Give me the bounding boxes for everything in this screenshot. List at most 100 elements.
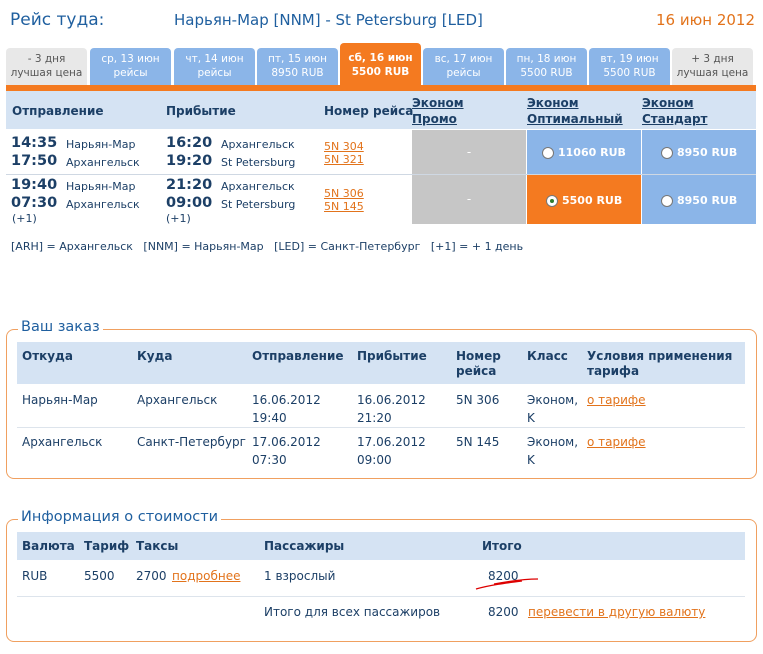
col-passengers: Пассажиры	[264, 539, 345, 553]
tab-line2: 8950 RUB	[271, 67, 324, 79]
fare-terms-link[interactable]: о тарифе	[587, 433, 646, 451]
tab-date[interactable]: ср, 13 июн рейсы	[90, 48, 171, 85]
fare-code: K	[527, 453, 535, 467]
radio-button[interactable]	[661, 194, 673, 207]
radio-button-checked[interactable]	[546, 194, 558, 207]
col-economy-standard[interactable]: Эконом Стандарт	[642, 95, 707, 127]
tab-line2: рейсы	[446, 67, 481, 79]
date: 16.06.2012	[252, 393, 321, 407]
col-arrival: Прибытие	[357, 349, 427, 363]
cell-to: Санкт-Петербург	[137, 435, 246, 449]
cell-arrival: 17.06.2012 09:00	[357, 433, 426, 469]
arr-city: Архангельск	[221, 180, 295, 193]
tab-line2: рейсы	[197, 67, 232, 79]
col-label-1: Эконом	[527, 96, 579, 110]
cell-from: Архангельск	[22, 435, 103, 449]
col-label-1: Эконом	[642, 96, 694, 110]
tab-date[interactable]: чт, 14 июн рейсы	[174, 48, 255, 85]
tab-date[interactable]: вт, 19 июн 5500 RUB	[589, 48, 670, 85]
col-label-1: Эконом	[412, 96, 464, 110]
standard-fare-option[interactable]: 8950 RUB	[661, 146, 737, 159]
tab-line1: - 3 дня	[27, 53, 66, 65]
flight-number-link[interactable]: 5N 306	[324, 187, 364, 200]
flight-number-link[interactable]: 5N 145	[324, 200, 364, 213]
tab-date[interactable]: пт, 15 июн 8950 RUB	[257, 48, 338, 85]
cell-from: Нарьян-Мар	[22, 393, 98, 407]
fare-price: 5500 RUB	[562, 194, 623, 207]
col-arrival: Прибытие	[166, 104, 236, 118]
radio-button[interactable]	[542, 146, 554, 159]
flight-number-link[interactable]: 5N 321	[324, 153, 364, 166]
fare-price: 8950 RUB	[677, 194, 738, 207]
col-from: Откуда	[22, 349, 73, 363]
arr-time: 16:20	[166, 135, 213, 151]
cell-flight-number: 5N 306	[456, 393, 500, 407]
arr-time: 21:20	[166, 177, 213, 193]
optimal-fare-option[interactable]: 5500 RUB	[546, 194, 622, 207]
dep-time: 14:35	[11, 135, 58, 151]
route-title: Нарьян-Мар [NNM] - St Petersburg [LED]	[174, 11, 483, 29]
promo-fare-unavailable: -	[412, 130, 526, 174]
tab-date-selected[interactable]: сб, 16 июн 5500 RUB	[340, 43, 421, 85]
cell-arrival: 16.06.2012 21:20	[357, 391, 426, 427]
page-title: Рейс туда:	[10, 10, 105, 30]
col-label-2: Оптимальный	[527, 112, 623, 126]
dep-city: Нарьян-Мар	[66, 180, 136, 193]
taxes-details-link[interactable]: подробнее	[172, 567, 240, 585]
col-flight-number: Номер рейса	[456, 349, 501, 379]
tab-date[interactable]: вс, 17 июн рейсы	[423, 48, 504, 85]
fare-price: 11060 RUB	[558, 146, 626, 159]
arr-city: St Petersburg	[221, 156, 296, 169]
date: 17.06.2012	[252, 435, 321, 449]
order-title: Ваш заказ	[18, 319, 103, 335]
next-day-marker: (+1)	[12, 212, 37, 225]
col-class: Класс	[527, 349, 568, 363]
col-economy-promo[interactable]: Эконом Промо	[412, 95, 464, 127]
date: 16.06.2012	[357, 393, 426, 407]
fare-price: 8950 RUB	[677, 146, 738, 159]
arr-city: St Petersburg	[221, 198, 296, 211]
tab-minus-3-days[interactable]: - 3 дня лучшая цена	[6, 48, 87, 85]
tab-date[interactable]: пн, 18 июн 5500 RUB	[506, 48, 587, 85]
dep-time: 17:50	[11, 153, 58, 169]
row-divider	[17, 596, 745, 597]
cell-currency: RUB	[22, 569, 48, 583]
time: 09:00	[357, 453, 392, 467]
arr-city: Архангельск	[221, 138, 295, 151]
col-taxes: Таксы	[136, 539, 179, 553]
class: Эконом,	[527, 435, 579, 449]
col-economy-optimal[interactable]: Эконом Оптимальный	[527, 95, 623, 127]
time: 21:20	[357, 411, 392, 425]
all-passengers-total: 8200	[488, 605, 519, 619]
col-label-1: Номер	[456, 349, 501, 363]
col-label-1: Условия применения	[587, 349, 733, 363]
optimal-fare-option[interactable]: 11060 RUB	[542, 146, 626, 159]
col-total: Итого	[482, 539, 522, 553]
cell-departure: 16.06.2012 19:40	[252, 391, 321, 427]
flights-table-header: Отправление Прибытие Номер рейса Эконом П…	[6, 91, 756, 129]
arr-time: 09:00	[166, 195, 213, 211]
radio-button[interactable]	[661, 146, 673, 159]
tab-line2: лучшая цена	[676, 67, 749, 79]
standard-fare-option[interactable]: 8950 RUB	[661, 194, 737, 207]
tab-line1: сб, 16 июн	[348, 52, 413, 64]
col-to: Куда	[137, 349, 173, 363]
tab-line1: чт, 14 июн	[185, 53, 244, 65]
col-flight-number: Номер рейса	[324, 104, 414, 118]
flight-number-link[interactable]: 5N 304	[324, 140, 364, 153]
tab-line1: пн, 18 июн	[516, 53, 577, 65]
col-label-2: Промо	[412, 112, 457, 126]
fare-terms-link[interactable]: о тарифе	[587, 391, 646, 409]
convert-currency-link[interactable]: перевести в другую валюту	[528, 603, 705, 621]
tab-line1: вс, 17 июн	[434, 53, 493, 65]
next-day-marker: (+1)	[166, 212, 191, 225]
dep-city: Нарьян-Мар	[66, 138, 136, 151]
tab-line1: ср, 13 июн	[101, 53, 160, 65]
col-departure: Отправление	[252, 349, 344, 363]
dep-city: Архангельск	[66, 198, 140, 211]
col-label-2: рейса	[456, 364, 497, 378]
cell-class: Эконом, K	[527, 433, 578, 469]
time: 07:30	[252, 453, 287, 467]
promo-fare-unavailable: -	[412, 175, 526, 224]
tab-plus-3-days[interactable]: + 3 дня лучшая цена	[672, 48, 753, 85]
